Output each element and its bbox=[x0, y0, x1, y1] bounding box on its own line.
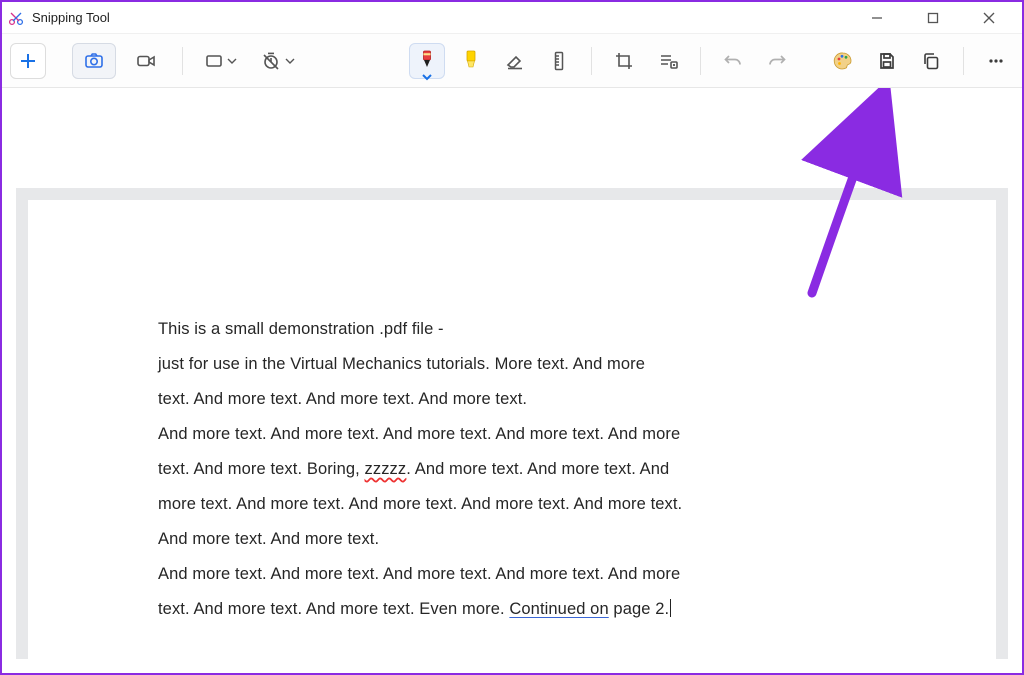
captured-image-frame: This is a small demonstration .pdf file … bbox=[16, 188, 1008, 659]
highlighter-icon bbox=[462, 50, 480, 72]
crop-icon bbox=[614, 51, 634, 71]
text-actions-icon bbox=[658, 51, 678, 71]
chevron-down-icon bbox=[285, 56, 295, 66]
eraser-icon bbox=[505, 51, 525, 71]
window-controls bbox=[858, 4, 1016, 32]
undo-icon bbox=[723, 51, 743, 71]
save-button[interactable] bbox=[869, 43, 905, 79]
chevron-down-icon bbox=[421, 73, 433, 81]
editor-canvas: This is a small demonstration .pdf file … bbox=[2, 88, 1022, 673]
ruler-tool-button[interactable] bbox=[541, 43, 577, 79]
maximize-button[interactable] bbox=[914, 4, 952, 32]
snip-shape-dropdown[interactable] bbox=[197, 43, 245, 79]
new-snip-button[interactable] bbox=[10, 43, 46, 79]
chevron-down-icon bbox=[227, 56, 237, 66]
window-title: Snipping Tool bbox=[32, 10, 858, 25]
palette-icon bbox=[833, 51, 853, 71]
copy-button[interactable] bbox=[913, 43, 949, 79]
rectangle-icon bbox=[205, 52, 223, 70]
close-button[interactable] bbox=[970, 4, 1008, 32]
video-icon bbox=[136, 51, 156, 71]
toolbar bbox=[2, 34, 1022, 88]
minimize-button[interactable] bbox=[858, 4, 896, 32]
edit-in-paint-button[interactable] bbox=[825, 43, 861, 79]
captured-document-page[interactable]: This is a small demonstration .pdf file … bbox=[28, 200, 996, 659]
app-icon bbox=[8, 10, 24, 26]
eraser-tool-button[interactable] bbox=[497, 43, 533, 79]
redo-button[interactable] bbox=[759, 43, 795, 79]
text-actions-button[interactable] bbox=[650, 43, 686, 79]
pen-icon bbox=[418, 50, 436, 72]
document-text: This is a small demonstration .pdf file … bbox=[158, 312, 718, 627]
highlighter-tool-button[interactable] bbox=[453, 43, 489, 79]
title-bar: Snipping Tool bbox=[2, 2, 1022, 34]
record-mode-button[interactable] bbox=[124, 43, 168, 79]
delay-dropdown[interactable] bbox=[253, 43, 303, 79]
plus-icon bbox=[19, 52, 37, 70]
pen-tool-button[interactable] bbox=[409, 43, 445, 79]
crop-tool-button[interactable] bbox=[606, 43, 642, 79]
ruler-icon bbox=[551, 51, 567, 71]
more-button[interactable] bbox=[978, 43, 1014, 79]
copy-icon bbox=[921, 51, 941, 71]
snip-mode-button[interactable] bbox=[72, 43, 116, 79]
undo-button[interactable] bbox=[715, 43, 751, 79]
save-icon bbox=[877, 51, 897, 71]
camera-icon bbox=[84, 51, 104, 71]
redo-icon bbox=[767, 51, 787, 71]
ellipsis-icon bbox=[986, 51, 1006, 71]
timer-off-icon bbox=[261, 51, 281, 71]
